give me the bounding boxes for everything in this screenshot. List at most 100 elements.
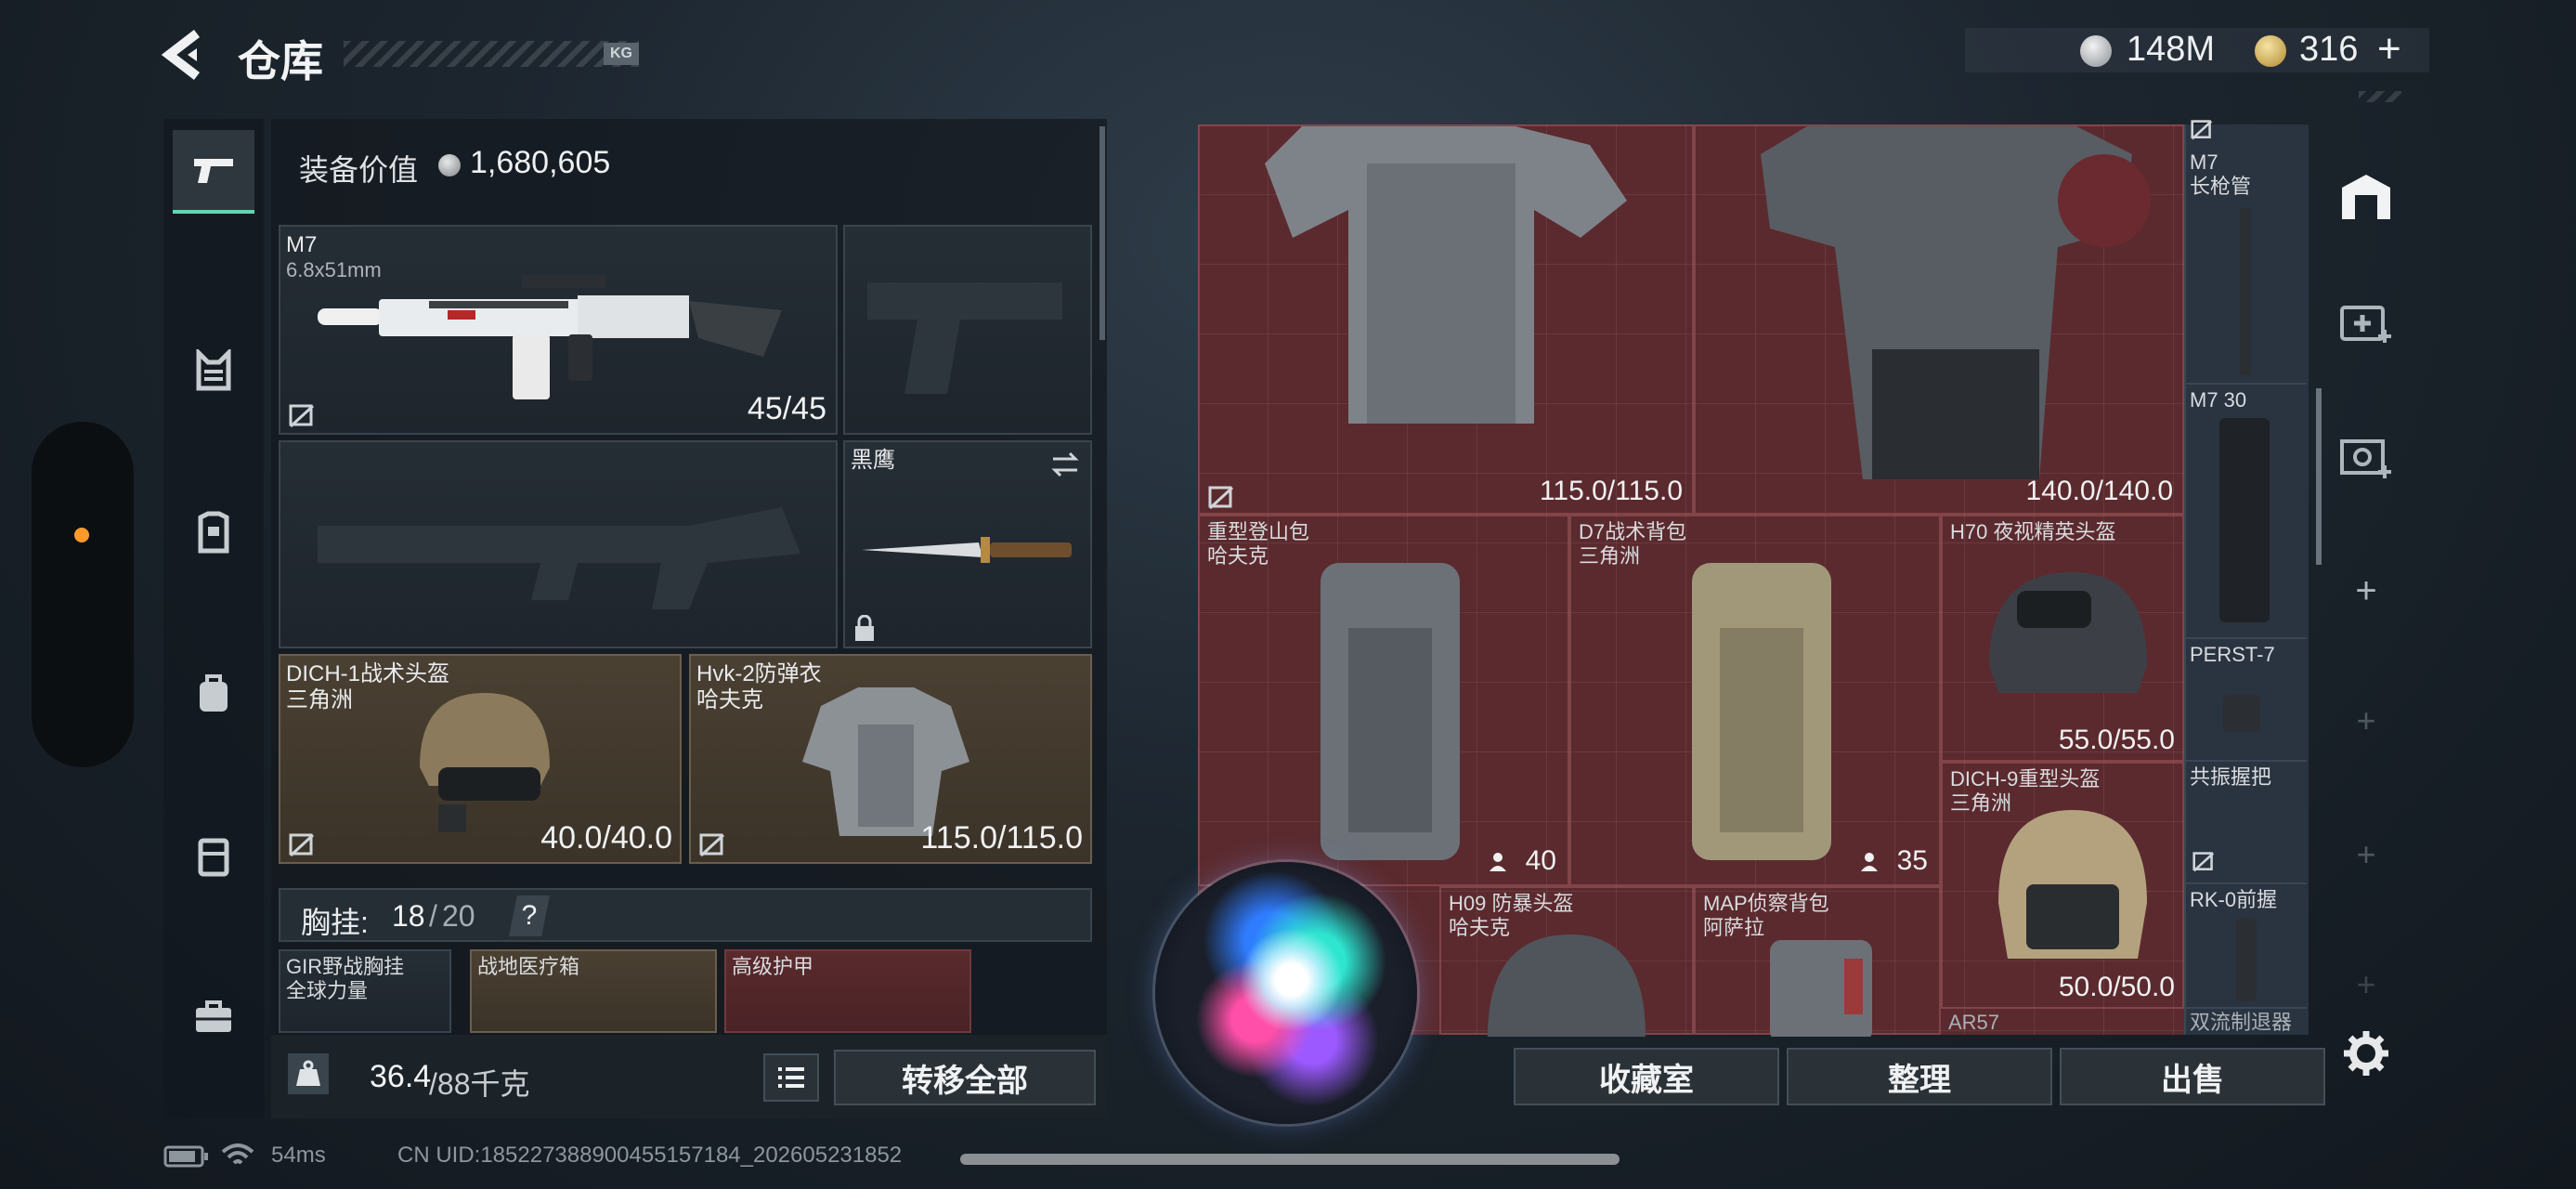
weight-value: 36.4 <box>370 1059 432 1094</box>
add-currency-button[interactable]: + <box>2377 26 2401 72</box>
attachment-item-4[interactable]: 共振握把 <box>2186 762 2307 884</box>
briefcase-icon <box>196 1000 231 1032</box>
item-name: M7 30 <box>2190 388 2247 412</box>
home-indicator[interactable] <box>960 1154 1620 1165</box>
item-name: 共振握把 <box>2190 765 2272 789</box>
attachment-item-1[interactable]: M7 长枪管 <box>2186 120 2307 385</box>
sell-button[interactable]: 出售 <box>2060 1048 2325 1105</box>
grid-item-helmet-dich9[interactable]: DICH-9重型头盔 三角洲 50.0/50.0 <box>1941 762 2184 1009</box>
chest-item-3[interactable]: 高级护甲 <box>724 949 971 1033</box>
primary-weapon-slot[interactable]: M7 6.8x51mm 45/45 <box>279 225 838 435</box>
list-view-button[interactable] <box>763 1053 819 1102</box>
item-name: H09 防暴头盔 <box>1449 892 1574 915</box>
grid-item-backpack-d7[interactable]: D7战术背包 三角洲 35 <box>1569 515 1941 886</box>
armor-vest-image <box>1265 126 1627 424</box>
category-nav <box>163 119 264 1118</box>
secondary-weapon-slot[interactable] <box>279 440 838 648</box>
weight-max: /88千克 <box>429 1067 530 1101</box>
insurance-icon <box>1208 486 1234 510</box>
chest-rig-slash: / <box>429 899 437 933</box>
chest-rig-icon <box>196 349 231 391</box>
add-slot-4[interactable]: + <box>2329 947 2403 1022</box>
help-button[interactable]: ? <box>509 895 550 936</box>
chest-rig-bar[interactable]: 胸挂: 18 / 20 ? <box>279 888 1092 942</box>
grid-item-helmet-h70[interactable]: H70 夜视精英头盔 55.0/55.0 <box>1941 515 2184 762</box>
battery-icon <box>163 1145 208 1168</box>
item-name: 双流制退器 <box>2190 1011 2293 1034</box>
heavy-armor-image <box>1761 126 2151 479</box>
armor-icon <box>198 511 229 554</box>
settings-button[interactable] <box>2329 1016 2403 1091</box>
weight-icon <box>288 1053 329 1094</box>
attachment-item-6[interactable]: 双流制退器 <box>2186 1009 2307 1035</box>
armor-slot[interactable]: Hvk-2防弹衣 哈夫克 115.0/115.0 <box>689 654 1092 864</box>
sort-button[interactable]: 整理 <box>1787 1048 2052 1105</box>
scrollbar-left[interactable] <box>1099 126 1105 340</box>
uid-text: CN UID:1852273889004551571​84_2026052318… <box>397 1143 903 1168</box>
backpack-image <box>1770 940 1872 1037</box>
add-slot-1[interactable]: + <box>2329 554 2403 628</box>
nav-weapons[interactable] <box>173 130 254 214</box>
item-name: M7 <box>2190 150 2218 174</box>
header-decoration-right <box>2359 91 2401 102</box>
pistol-slot[interactable] <box>843 225 1092 435</box>
siri-orb[interactable] <box>1155 862 1417 1124</box>
back-button[interactable] <box>160 28 215 82</box>
armor-brand: 哈夫克 <box>696 687 763 712</box>
ping: 54ms <box>271 1143 326 1168</box>
chest-rig-label: 胸挂: <box>301 906 369 939</box>
medical-storage-tab[interactable] <box>2329 284 2403 359</box>
weapon-name: M7 <box>286 232 318 257</box>
transfer-all-button[interactable]: 转移全部 <box>834 1050 1096 1105</box>
helmet-durability: 40.0/40.0 <box>540 820 672 856</box>
chest-item-name: 高级护甲 <box>732 955 814 978</box>
magazine-image <box>2219 418 2270 622</box>
grid-item-ar57[interactable]: AR57 <box>1941 1009 2164 1035</box>
nv-helmet-image <box>1989 572 2147 693</box>
nav-backpack[interactable] <box>173 650 254 734</box>
helmet-slot[interactable]: DICH-1战术头盔 三角洲 40.0/40.0 <box>279 654 682 864</box>
attachment-item-2[interactable]: M7 30 <box>2186 385 2307 639</box>
riot-helmet-image <box>1488 934 1646 1037</box>
scrollbar-right[interactable] <box>2316 388 2322 565</box>
attachment-item-5[interactable]: RK-0前握 <box>2186 884 2307 1009</box>
insurance-icon <box>289 404 315 428</box>
grid-item-armor-2[interactable]: 140.0/140.0 <box>1694 124 2184 515</box>
currency-silver: 148M <box>2127 30 2216 69</box>
attachment-item-3[interactable]: PERST-7 <box>2186 639 2307 762</box>
silver-coin-icon <box>2080 35 2112 67</box>
insurance-icon <box>289 833 315 857</box>
item-name: 重型登山包 <box>1207 520 1310 543</box>
item-name: RK-0前握 <box>2190 888 2278 911</box>
add-slot-2[interactable]: + <box>2329 684 2403 758</box>
expansion-tab[interactable] <box>2329 420 2403 494</box>
grid-item-armor-1[interactable]: 115.0/115.0 <box>1198 124 1694 515</box>
nav-chest-rig[interactable] <box>173 329 254 412</box>
item-name: MAP侦察背包 <box>1703 892 1829 915</box>
grid-item-helmet-h09[interactable]: H09 防暴头盔 哈夫克 <box>1439 886 1694 1037</box>
chest-rig-max: 20 <box>442 899 475 933</box>
nav-case[interactable] <box>173 814 254 897</box>
item-count: 35 <box>1896 845 1928 876</box>
lock-icon <box>855 615 874 641</box>
collection-room-button[interactable]: 收藏室 <box>1514 1048 1779 1105</box>
wifi-icon <box>221 1143 254 1165</box>
grid-item-backpack-map[interactable]: MAP侦察背包 阿萨拉 <box>1694 886 1941 1037</box>
page-title: 仓库 <box>238 37 323 85</box>
nav-toolbox[interactable] <box>173 975 254 1059</box>
chest-item-2[interactable]: 战地医疗箱 <box>470 949 717 1033</box>
item-durability: 50.0/50.0 <box>2058 972 2175 1002</box>
equip-value: 1,680,605 <box>470 145 611 180</box>
chest-item-1[interactable]: GIR野战胸挂 全球力量 <box>279 949 451 1033</box>
add-slot-3[interactable]: + <box>2329 817 2403 892</box>
count-icon <box>1490 853 1506 871</box>
item-name: DICH-9重型头盔 <box>1950 767 2101 790</box>
melee-slot[interactable]: 黑鹰 <box>843 440 1092 648</box>
side-handle[interactable] <box>32 422 134 767</box>
item-name: AR57 <box>1948 1011 2000 1034</box>
nav-armor[interactable] <box>173 490 254 574</box>
armor-image <box>802 687 969 836</box>
warehouse-tab[interactable] <box>2329 160 2403 234</box>
item-name: H70 夜视精英头盔 <box>1950 520 2116 543</box>
grid-item-backpack-heavy[interactable]: 重型登山包 哈夫克 40 <box>1198 515 1569 886</box>
